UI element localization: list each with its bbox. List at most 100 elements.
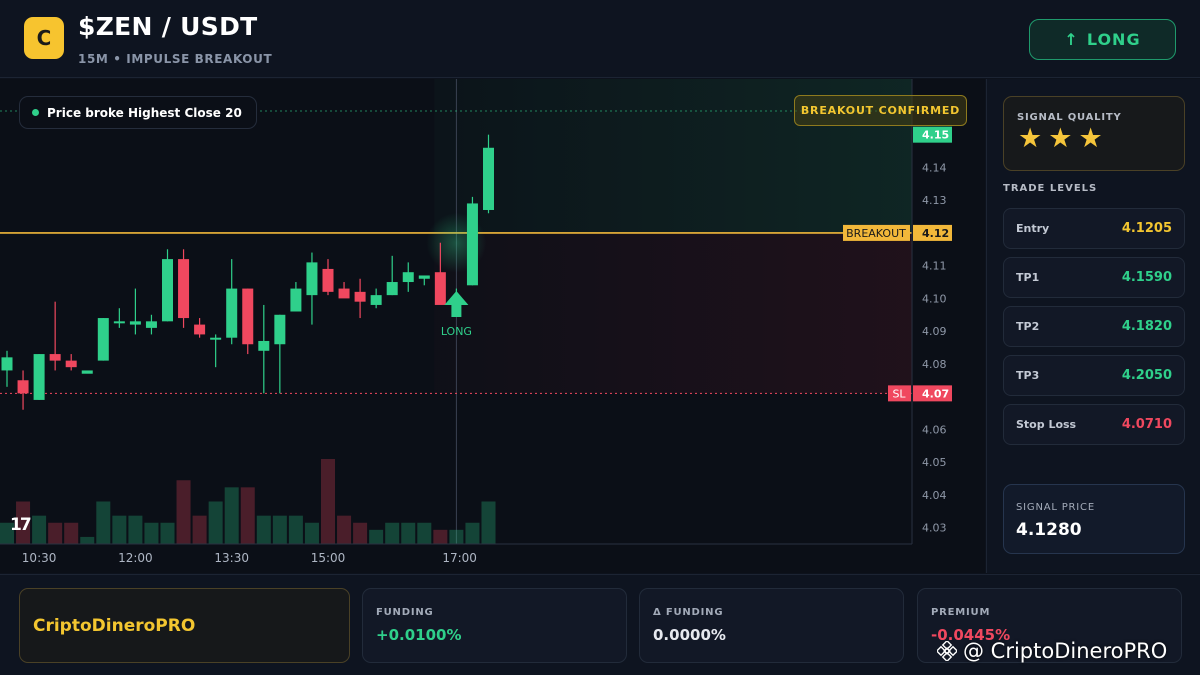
candle-body	[65, 360, 77, 368]
level-name: Stop Loss	[1016, 418, 1077, 431]
candle-body	[162, 259, 173, 322]
candle-body	[354, 291, 366, 302]
level-value: 4.1820	[1121, 319, 1172, 334]
breakout-note-text: Price broke Highest Close 20	[47, 105, 242, 120]
brand-card: CriptoDineroPRO	[19, 588, 350, 663]
candle-body	[466, 203, 478, 286]
binance-icon	[937, 641, 957, 661]
level-value: 4.1205	[1121, 221, 1172, 236]
volume-bar	[128, 515, 143, 544]
volume-bar	[417, 522, 432, 544]
stat-label: FUNDING	[376, 607, 434, 618]
candle-body	[194, 324, 206, 335]
y-tick-label: 4.03	[922, 522, 947, 535]
volume-bar	[369, 529, 384, 544]
volume-bar	[465, 522, 480, 544]
stat-value: 0.0000%	[653, 626, 726, 644]
candle-body	[178, 259, 190, 319]
level-entry: Entry 4.1205	[1003, 208, 1185, 249]
candle-body	[226, 288, 238, 338]
y-tick-label: 4.06	[922, 423, 947, 436]
candle-body	[386, 282, 398, 296]
breakout-tag: BREAKOUT	[846, 227, 906, 240]
candle-body	[418, 275, 430, 279]
candle-body	[434, 272, 446, 305]
watermark-text: @ CriptoDineroPRO	[963, 639, 1168, 663]
volume-bar	[304, 522, 319, 544]
signal-price-card: SIGNAL PRICE 4.1280	[1003, 484, 1185, 554]
x-tick-label: 17:00	[442, 551, 477, 565]
price-chart[interactable]: LONG 4.15 4.14 4.13 4.12 4.11 4.10 4.09 4.08 4.07…	[0, 79, 985, 573]
volume-bar	[240, 487, 255, 544]
volume-bar	[208, 501, 223, 544]
signal-quality-card: SIGNAL QUALITY ★ ★ ★	[1003, 96, 1185, 171]
candle-body	[145, 321, 157, 328]
candle-body	[210, 337, 222, 340]
y-tick-label: 4.10	[922, 292, 947, 305]
star-icon: ★	[1048, 123, 1073, 154]
y-tick-label: 4.05	[922, 456, 947, 469]
volume-bar	[385, 522, 400, 544]
volume-bar	[256, 515, 271, 544]
candle-body	[97, 318, 109, 361]
x-tick-label: 10:30	[22, 551, 57, 565]
candle-body	[322, 268, 334, 292]
stat-value: +0.0100%	[376, 626, 462, 644]
volume-bar	[112, 515, 127, 544]
candle-body	[17, 380, 29, 394]
x-tick-label: 15:00	[311, 551, 346, 565]
breakout-note: Price broke Highest Close 20	[19, 96, 257, 129]
stat-label: Δ FUNDING	[653, 607, 724, 618]
volume-bar	[160, 522, 175, 544]
trade-levels-heading: TRADE LEVELS	[1003, 183, 1098, 194]
level-value: 4.0710	[1121, 417, 1172, 432]
y-tick-label: 4.08	[922, 358, 947, 371]
pair-subtitle: 15M • IMPULSE BREAKOUT	[78, 52, 273, 66]
level-name: TP1	[1016, 271, 1040, 284]
breakout-price-tag: 4.12	[922, 227, 949, 240]
candle-body	[33, 354, 45, 400]
candle-body	[129, 321, 141, 325]
volume-bar	[224, 487, 239, 544]
candle-body	[274, 314, 286, 345]
level-tp3: TP3 4.2050	[1003, 355, 1185, 396]
candlestick-chart[interactable]: LONG 4.15 4.14 4.13 4.12 4.11 4.10 4.09 4.08 4.07…	[0, 79, 985, 573]
star-icon: ★	[1078, 123, 1103, 154]
level-name: TP3	[1016, 369, 1040, 382]
candle-body	[113, 321, 125, 324]
level-value: 4.1590	[1121, 270, 1172, 285]
arrow-up-icon: ↑	[1064, 30, 1079, 49]
long-button-label: LONG	[1086, 30, 1141, 49]
sl-tag: SL	[892, 387, 906, 400]
volume-bar	[433, 529, 448, 544]
volume-bar	[192, 515, 207, 544]
pair-title: $ZEN / USDT	[78, 12, 258, 41]
last-price-tag: 4.15	[922, 129, 949, 142]
quality-stars: ★ ★ ★	[1018, 125, 1103, 152]
volume-bar	[64, 522, 79, 544]
volume-bar	[401, 522, 416, 544]
volume-bar	[176, 480, 191, 544]
watermark: @ CriptoDineroPRO	[937, 639, 1167, 663]
level-name: Entry	[1016, 222, 1050, 235]
header: C $ZEN / USDT 15M • IMPULSE BREAKOUT ↑ L…	[0, 0, 1200, 78]
stat-label: PREMIUM	[931, 607, 991, 618]
volume-bar	[144, 522, 159, 544]
long-button[interactable]: ↑ LONG	[1029, 19, 1176, 60]
funding-card: FUNDING +0.0100%	[362, 588, 627, 663]
volume-bar	[337, 515, 352, 544]
volume-bar	[80, 536, 95, 544]
candle-body	[402, 272, 414, 283]
signal-price-value: 4.1280	[1016, 520, 1082, 540]
y-tick-label: 4.14	[922, 161, 947, 174]
volume-bar	[48, 522, 63, 544]
volume-bar	[321, 459, 335, 544]
candle-body	[81, 370, 93, 374]
candle-body	[338, 288, 350, 299]
risk-zone	[434, 232, 912, 394]
footer: CriptoDineroPRO FUNDING +0.0100% Δ FUNDI…	[0, 574, 1200, 675]
candle-body	[49, 354, 61, 361]
signal-quality-label: SIGNAL QUALITY	[1017, 112, 1122, 123]
volume-bar	[272, 515, 287, 544]
long-marker-label: LONG	[441, 325, 472, 338]
